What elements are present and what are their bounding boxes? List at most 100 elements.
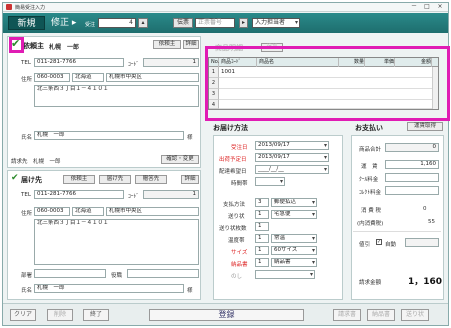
products-highlight [205,46,450,121]
delivery-from-dest-button[interactable]: 届け先 [99,175,131,184]
discount-input[interactable] [405,238,439,247]
finish-button[interactable]: 終了 [83,309,109,321]
slip-search-button[interactable]: 伝票 [173,18,193,28]
delivery-postal-input[interactable]: 060-0003 [34,207,70,216]
delivery-from-client-button[interactable]: 依頼主 [63,175,95,184]
close-button[interactable]: × [434,3,446,11]
app-icon [6,4,12,10]
maximize-button[interactable]: □ [421,3,433,11]
window-title: 簡易受注入力 [15,5,46,11]
temperature-code-input[interactable]: 1 [255,234,269,243]
edit-label: 修正 [51,18,70,28]
client-name-label: 氏名 [21,135,33,141]
carrier-select[interactable]: 宅急便 [271,210,317,219]
delivery-address-label: 住所 [21,211,33,217]
client-address-label: 住所 [21,77,33,83]
total-label: 請求金額 [359,280,382,286]
new-button[interactable]: 新規 [8,16,45,30]
client-address-input[interactable]: 北三条西３丁目１－４１０１ [34,85,199,107]
delivery-note-code-input[interactable]: 1 [255,258,269,267]
minimize-button[interactable]: － [408,3,420,11]
delivery-slip-button[interactable]: 納品書 [367,309,395,321]
delivery-pref-input[interactable]: 北海道 [72,207,104,216]
register-button[interactable]: 登録 [149,309,304,321]
freight-recalc-button[interactable]: 運賃取得 [407,122,443,131]
order-date-input[interactable]: 2013/09/17 [255,141,329,150]
edit-button[interactable]: 修正 ▸ [51,16,76,30]
delivery-note-select[interactable]: 納品書 [271,258,317,267]
delivery-tel-input[interactable]: 011-281-7766 [34,190,124,199]
delivery-date-label: 配達希望日 [219,169,247,175]
client-city-input[interactable]: 札幌市中央区 [106,73,199,82]
delivery-position-input[interactable] [127,269,199,278]
payment-divider [353,231,441,232]
app-window: 簡易受注入力 － □ × 新規 修正 ▸ 受注 4 ▴ 伝票 正票番号 ▸ 入力… [2,2,450,326]
delivery-from-gift-button[interactable]: 贈答先 [135,175,167,184]
slip-number-input[interactable]: 正票番号 [195,18,235,28]
toolbar: 新規 修正 ▸ 受注 4 ▴ 伝票 正票番号 ▸ 入力担当者 [3,13,448,33]
client-tel-input[interactable]: 011-281-7766 [34,58,124,67]
billto-confirm-button[interactable]: 確認・変更 [161,155,199,164]
cool-fee-label: ｸｰﾙ料金 [359,177,379,183]
delivery-date-input[interactable]: ____/__/__ [255,165,329,174]
footer-bar: クリア 削除 終了 登録 請求書 納品書 送り状 [3,303,448,325]
time-slot-select[interactable] [255,177,285,186]
client-check-highlight [9,37,24,53]
delivery-code-label: ｺｰﾄﾞ [128,194,140,200]
billto-label: 請求先 [11,159,28,165]
cool-fee-input[interactable] [385,173,439,182]
delivery-address-input[interactable]: 北三条西３丁目１－４１０１ [34,219,199,265]
title-bar: 簡易受注入力 － □ × [3,3,448,12]
size-code-input[interactable]: 1 [255,246,269,255]
temperature-select[interactable]: 常温 [271,234,317,243]
temperature-label: 温度帯 [228,238,245,244]
cod-fee-input[interactable] [385,186,439,195]
size-label: サイズ [231,250,248,256]
order-no-input[interactable]: 4 [98,18,136,28]
freight-input[interactable]: 1,160 [385,160,439,169]
invoice-button[interactable]: 請求書 [333,309,361,321]
subtotal-value: 0 [385,143,439,152]
client-detail-button[interactable]: 詳細 [183,40,199,49]
discount-label: 値引 [359,242,371,248]
noshi-label: のし [231,274,243,280]
ship-date-input[interactable]: 2013/09/17 [255,153,329,162]
delivery-title: 届け先 [21,176,42,184]
shipping-label-button[interactable]: 送り状 [401,309,429,321]
cod-fee-label: ｺﾚｸﾄ料金 [359,190,382,196]
delete-button[interactable]: 削除 [47,309,73,321]
shipping-title: お届け方法 [213,124,248,132]
carrier-code-input[interactable]: 1 [255,210,269,219]
clear-button[interactable]: クリア [10,309,36,321]
client-pref-input[interactable]: 北海道 [72,73,104,82]
slip-next-button[interactable]: ▸ [239,18,248,28]
client-code-label: ｺｰﾄﾞ [128,62,140,68]
delivery-name-input[interactable]: 札幌 一郎 [34,284,184,293]
client-code-input[interactable]: 1 [143,58,199,67]
billto-value: 札幌 一郎 [33,159,61,165]
edit-chevron-icon: ▸ [71,18,77,28]
payment-code-input[interactable]: 3 [255,198,269,207]
client-name-header: 札幌 一郎 [49,44,80,51]
slips-input[interactable]: 1 [255,222,269,231]
auto-checkbox[interactable]: ✓ [376,239,382,245]
order-no-spinner[interactable]: ▴ [138,18,148,28]
client-select-button[interactable]: 依頼主 [153,40,181,49]
freight-label: 運 賃 [361,164,378,170]
delivery-tel-label: TEL [21,192,31,198]
staff-select[interactable]: 入力担当者 [252,18,300,28]
payment-title: お支払い [355,124,383,132]
noshi-select[interactable] [255,270,315,279]
delivery-position-label: 役職 [111,273,123,279]
client-postal-input[interactable]: 060-0003 [34,73,70,82]
payment-method-select[interactable]: 郵便払込 [271,198,317,207]
delivery-city-input[interactable]: 札幌市中央区 [106,207,199,216]
order-date-label: 受注日 [231,145,248,151]
delivery-note-label: 納品書 [231,262,248,268]
delivery-dept-input[interactable] [34,269,106,278]
delivery-detail-button[interactable]: 詳細 [181,175,199,184]
size-select[interactable]: 60サイズ [271,246,317,255]
client-name-input[interactable]: 札幌 一郎 [34,131,184,140]
tax-label: 消 費 税 [361,208,381,214]
delivery-code-input[interactable]: 1 [143,190,199,199]
